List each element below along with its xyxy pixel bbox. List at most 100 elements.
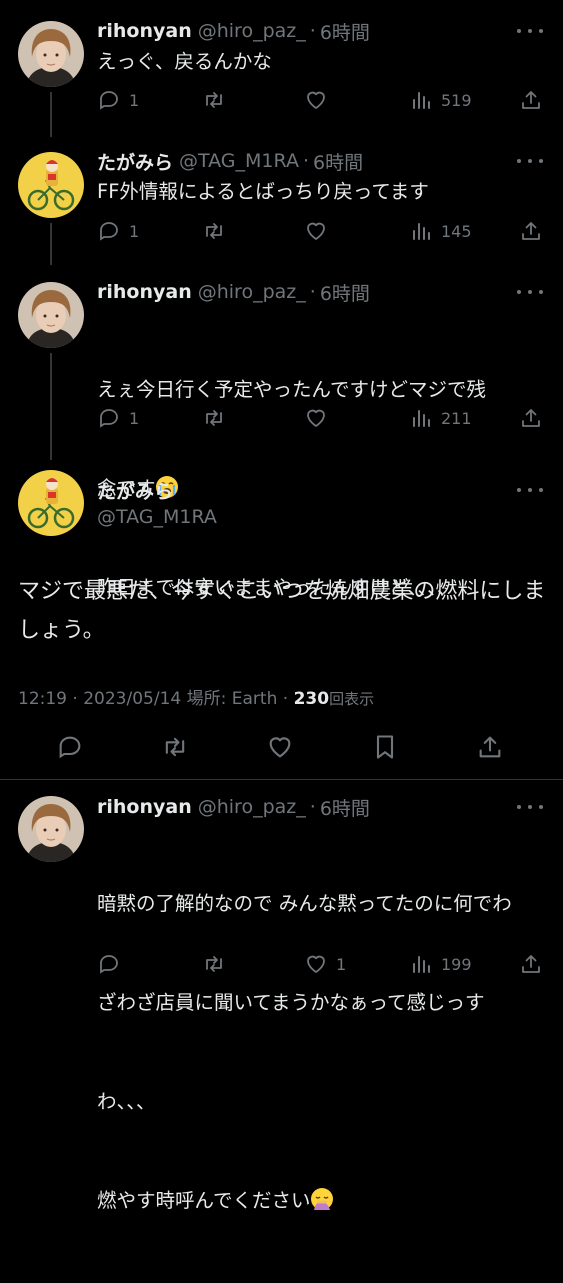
action-bar: 1 211 (97, 403, 543, 433)
tweet[interactable]: rihonyan @hiro_paz_ · 6時間 えっぐ、戻るんかな 1 51… (0, 0, 563, 137)
avatar[interactable] (18, 470, 84, 536)
reply-tweet[interactable]: rihonyan @hiro_paz_ · 6時間 暗黙の了解的なので みんな黙… (0, 780, 563, 1212)
share-icon (476, 733, 504, 761)
more-options-icon[interactable] (517, 151, 543, 171)
separator-dot: · (72, 689, 78, 709)
retweet-button[interactable] (202, 85, 226, 115)
reply-icon (97, 219, 121, 243)
timestamp[interactable]: 6時間 (320, 794, 370, 821)
heart-icon (266, 733, 294, 761)
user-name[interactable]: たがみら (97, 477, 173, 504)
thread-line (50, 223, 52, 265)
main-tweet-handle-row: @TAG_M1RA (97, 503, 217, 531)
user-name[interactable]: rihonyan (97, 281, 192, 303)
user-handle[interactable]: @hiro_paz_ (198, 20, 306, 42)
avatar[interactable] (18, 796, 84, 862)
avatar[interactable] (18, 152, 84, 218)
separator-dot: · (282, 689, 289, 709)
views-button[interactable]: 199 (409, 949, 472, 979)
tweet-header: rihonyan @hiro_paz_ · 6時間 (97, 17, 370, 45)
reply-icon (97, 952, 121, 976)
views-count: 519 (441, 90, 472, 110)
retweet-button[interactable] (202, 403, 226, 433)
retweet-button[interactable] (202, 216, 226, 246)
post-time[interactable]: 12:19 (18, 689, 67, 709)
tweet-header: rihonyan @hiro_paz_ · 6時間 (97, 278, 370, 306)
views-button[interactable]: 145 (409, 216, 472, 246)
more-options-icon[interactable] (517, 797, 543, 817)
retweet-icon (202, 88, 226, 112)
views-count: 145 (441, 221, 472, 241)
like-button[interactable]: 1 (304, 949, 346, 979)
main-tweet-text: マジで最悪だ、今すぐこいつを焼畑農業の燃料にしましょう。 (18, 579, 546, 643)
reply-button[interactable] (97, 949, 121, 979)
views-chart-icon (409, 406, 433, 430)
heart-icon (304, 406, 328, 430)
main-action-bar (0, 732, 563, 764)
more-options-icon[interactable] (517, 21, 543, 41)
share-icon (519, 88, 543, 112)
share-button[interactable] (476, 732, 504, 762)
retweet-button[interactable] (202, 949, 226, 979)
view-label: 回表示 (329, 690, 375, 708)
user-handle[interactable]: @TAG_M1RA (97, 506, 217, 528)
like-button[interactable] (304, 403, 328, 433)
separator-dot: · (309, 20, 316, 42)
user-name[interactable]: rihonyan (97, 20, 192, 42)
main-tweet-name-row: たがみら (97, 476, 173, 504)
reply-icon (97, 406, 121, 430)
reply-count: 1 (129, 408, 140, 428)
views-chart-icon (409, 219, 433, 243)
action-bar: 1 199 (97, 949, 543, 979)
timestamp[interactable]: 6時間 (320, 279, 370, 306)
reply-count: 1 (129, 90, 140, 110)
timestamp[interactable]: 6時間 (320, 18, 370, 45)
tweet[interactable]: たがみら @TAG_M1RA · 6時間 FF外情報によるとばっちり戻ってます … (0, 135, 563, 265)
tweet-text-line: わ、、、 (97, 1090, 156, 1113)
views-button[interactable]: 519 (409, 85, 472, 115)
location-value: Earth (231, 689, 278, 709)
tweet-text-line: 燃やす時呼んでください (97, 1184, 543, 1217)
tweet[interactable]: rihonyan @hiro_paz_ · 6時間 えぇ今日行く予定やったんです… (0, 265, 563, 599)
tweet-header: たがみら @TAG_M1RA · 6時間 (97, 147, 363, 175)
tweet-text: FF外情報によるとばっちり戻ってます (97, 180, 429, 203)
tweet-text: えっぐ、戻るんかな (97, 50, 272, 73)
user-handle[interactable]: @hiro_paz_ (198, 281, 306, 303)
tweet-text-line: 暗黙の了解的なので みんな黙ってたのに何でわ (97, 892, 512, 915)
bookmark-button[interactable] (371, 732, 399, 762)
avatar[interactable] (18, 282, 84, 348)
share-button[interactable] (519, 216, 543, 246)
user-name[interactable]: rihonyan (97, 796, 192, 818)
tweet-meta: 12:19 · 2023/05/14 場所: Earth · 230回表示 (18, 684, 374, 709)
timestamp[interactable]: 6時間 (313, 148, 363, 175)
views-chart-icon (409, 952, 433, 976)
post-date[interactable]: 2023/05/14 (83, 689, 181, 709)
tweet-text: 暗黙の了解的なので みんな黙ってたのに何でわ ざわざ店員に聞いてまうかなぁって感… (97, 821, 543, 1283)
user-name[interactable]: たがみら (97, 148, 173, 175)
location-label: 場所: (186, 689, 227, 709)
retweet-button[interactable] (161, 732, 189, 762)
share-button[interactable] (519, 85, 543, 115)
tweet-text-line: ざわざ店員に聞いてまうかなぁって感じっす (97, 991, 485, 1014)
bookmark-icon (371, 733, 399, 761)
separator-dot: · (309, 796, 316, 818)
more-options-icon[interactable] (517, 480, 543, 500)
like-button[interactable] (304, 85, 328, 115)
tweet-text-line: えぇ今日行く予定やったんですけどマジで残 (97, 378, 487, 401)
like-button[interactable] (304, 216, 328, 246)
main-tweet: たがみら @TAG_M1RA マジで最悪だ、今すぐこいつを焼畑農業の燃料にしまし… (0, 460, 563, 778)
reply-button[interactable]: 1 (97, 216, 139, 246)
avatar[interactable] (18, 21, 84, 87)
reply-button[interactable] (56, 732, 84, 762)
share-button[interactable] (519, 403, 543, 433)
share-button[interactable] (519, 949, 543, 979)
user-handle[interactable]: @TAG_M1RA (179, 150, 299, 172)
view-count: 230 (293, 689, 330, 709)
reply-button[interactable]: 1 (97, 403, 139, 433)
user-handle[interactable]: @hiro_paz_ (198, 796, 306, 818)
views-button[interactable]: 211 (409, 403, 472, 433)
like-button[interactable] (266, 732, 294, 762)
views-count: 211 (441, 408, 472, 428)
reply-button[interactable]: 1 (97, 85, 139, 115)
more-options-icon[interactable] (517, 282, 543, 302)
